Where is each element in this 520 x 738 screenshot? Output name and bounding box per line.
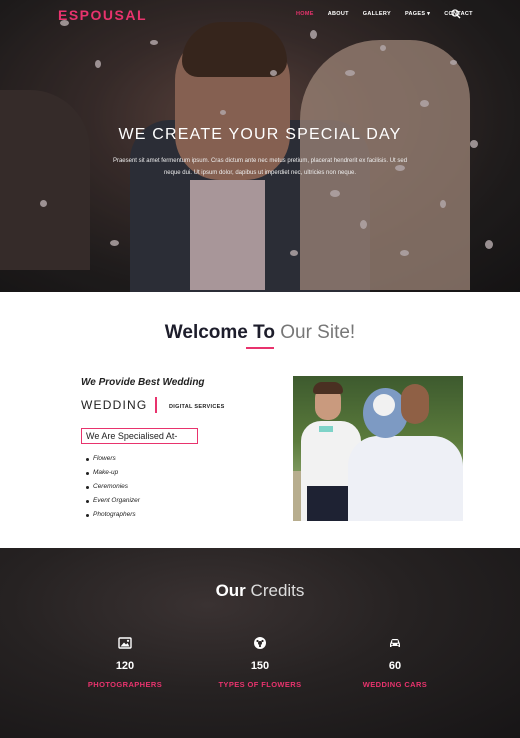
couple-photo [293,376,463,521]
credits-title: Our Credits [0,581,520,601]
bouquet-flower [373,394,395,416]
credit-value: 60 [388,660,402,672]
hero-subtitle: Praesent sit amet fermentum ipsum. Cras … [112,158,408,176]
groom-hair-photo [313,382,343,394]
bride-dress [348,436,463,521]
credits-title-strong: Our [215,581,246,600]
credits-section: Our Credits 120 PHOTOGRAPHERS 150 TYPES … [0,548,520,738]
credit-value: 120 [115,660,135,672]
list-item: Event Organizer [86,494,140,508]
logo[interactable]: ESPOUSAL [58,7,147,23]
welcome-title: Welcome To Our Site! [0,322,520,344]
nav-item-about[interactable]: ABOUT [328,11,349,17]
flower-icon [254,637,266,649]
list-item: Make-up [86,466,140,480]
credit-label: TYPES OF FLOWERS [218,680,302,689]
specialised-heading: We Are Specialised At- [81,428,198,444]
credit-cars: 60 WEDDING CARS [325,636,465,689]
list-item: Ceremonies [86,480,140,494]
groom-pants [307,486,353,521]
nav-item-pages[interactable]: PAGES ▾ [405,11,430,17]
credit-photographers: 120 PHOTOGRAPHERS [55,636,195,689]
title-underline [246,347,274,349]
list-item: Flowers [86,452,140,466]
list-item: Photographers [86,508,140,522]
hero-banner: ESPOUSAL HOME ABOUT GALLERY PAGES ▾ CONT… [0,0,520,292]
nav-item-gallery[interactable]: GALLERY [363,11,391,17]
search-icon[interactable] [451,9,461,19]
bride-hair [401,384,429,424]
credit-label: WEDDING CARS [362,680,428,689]
credit-label: PHOTOGRAPHERS [87,680,163,689]
wedding-divider [155,397,157,413]
bow-tie [319,426,333,432]
image-icon [118,637,132,649]
nav-item-home[interactable]: HOME [296,11,314,17]
welcome-title-light: Our Site! [280,322,356,343]
car-icon [390,639,400,647]
provide-heading: We Provide Best Wedding [81,377,205,388]
credits-title-light: Credits [250,581,305,600]
wedding-heading: WEDDING [81,398,148,412]
hero-overlay [0,0,520,292]
credit-value: 150 [250,660,270,672]
credit-flowers: 150 TYPES OF FLOWERS [190,636,330,689]
top-nav: ESPOUSAL HOME ABOUT GALLERY PAGES ▾ CONT… [0,0,520,30]
welcome-title-strong: Welcome To [164,322,275,343]
digital-services-label: DIGITAL SERVICES [169,404,225,410]
services-list: Flowers Make-up Ceremonies Event Organiz… [86,452,140,522]
hero-title: WE CREATE YOUR SPECIAL DAY [118,126,402,143]
